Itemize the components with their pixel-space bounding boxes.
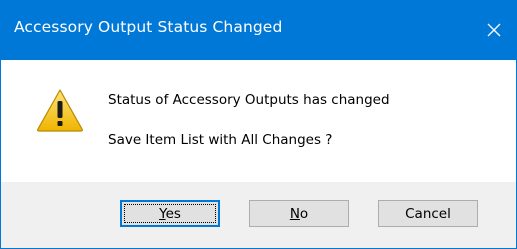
no-label-rest: o <box>299 205 309 222</box>
title-bar[interactable]: Accessory Output Status Changed <box>0 0 517 60</box>
no-button[interactable]: No <box>249 200 349 227</box>
yes-label: Yes <box>159 206 181 222</box>
close-button[interactable] <box>471 0 517 60</box>
cancel-label: Cancel <box>405 205 451 222</box>
yes-label-rest: es <box>165 205 181 222</box>
cancel-button[interactable]: Cancel <box>378 200 478 227</box>
dialog-body: Status of Accessory Outputs has changed … <box>1 60 516 248</box>
message-line-2: Save Item List with All Changes ? <box>108 132 333 148</box>
no-mnemonic: N <box>289 205 300 222</box>
close-icon <box>487 23 501 37</box>
message-line-1: Status of Accessory Outputs has changed <box>108 92 390 108</box>
button-bar: Yes No Cancel <box>1 182 516 248</box>
yes-button[interactable]: Yes <box>120 200 220 227</box>
no-label: No <box>290 206 308 222</box>
dialog-title: Accessory Output Status Changed <box>14 18 283 36</box>
dialog-window: Accessory Output Status Changed Status o… <box>0 0 517 249</box>
warning-icon <box>37 89 83 132</box>
